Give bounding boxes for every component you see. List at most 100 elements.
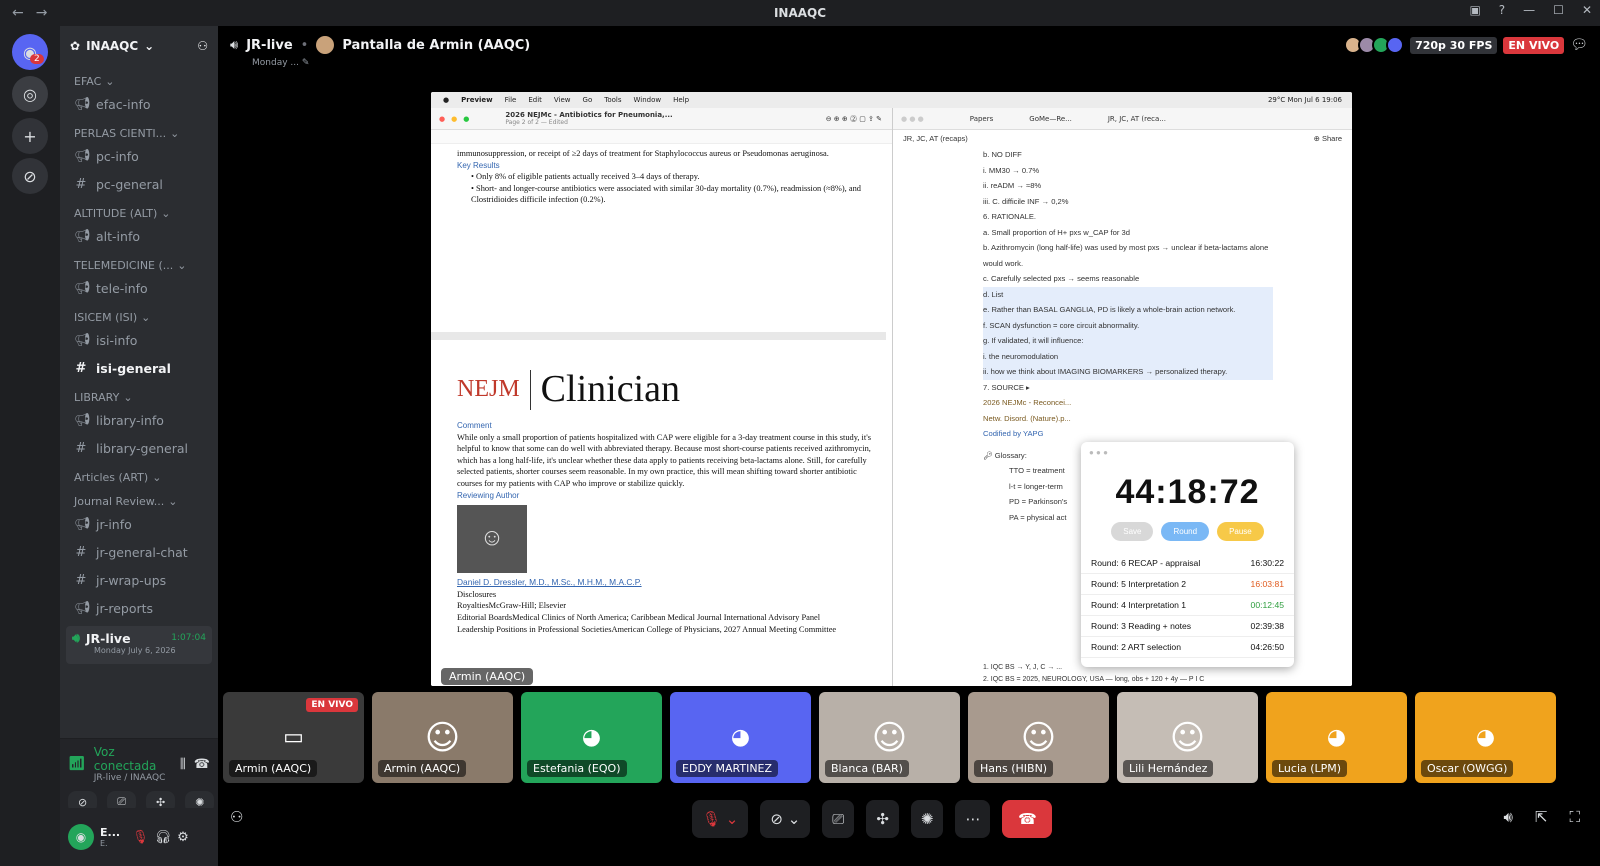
notes-breadcrumb[interactable]: JR, JC, AT (recaps) bbox=[903, 134, 968, 143]
round-row[interactable]: Round: 3 Reading + notes 02:39:38 bbox=[1081, 616, 1294, 637]
inbox-icon[interactable]: ▣ bbox=[1469, 3, 1480, 17]
server-gear-icon: ✿ bbox=[70, 39, 81, 53]
notes-tab[interactable]: JR, JC, AT (reca... bbox=[1108, 115, 1166, 123]
participant-tile[interactable]: ☺ Hans (HIBN) bbox=[968, 692, 1109, 783]
mac-menu-item[interactable]: Help bbox=[673, 96, 689, 104]
discord-home-icon[interactable]: ◉ bbox=[12, 34, 48, 70]
close-button[interactable]: ✕ bbox=[1582, 3, 1592, 17]
notes-tab[interactable]: Papers bbox=[970, 115, 993, 123]
channel-alt-info[interactable]: 📢︎ alt-info bbox=[60, 222, 218, 250]
mute-mic-icon[interactable]: 🎙︎ bbox=[132, 830, 149, 845]
timer-window-controls[interactable]: ● ● ● bbox=[1081, 442, 1294, 463]
notes-tab[interactable]: GoMe—Re... bbox=[1029, 115, 1072, 123]
voice-channel-jr-live[interactable]: 🔊︎ JR-live 1:07:04 Monday July 6, 2026 bbox=[66, 626, 212, 664]
participant-tile[interactable]: ☺ Armin (AAQC) bbox=[372, 692, 513, 783]
soundboard-button[interactable]: ✺ bbox=[910, 800, 944, 838]
disconnect-icon[interactable]: ☎ bbox=[194, 757, 210, 772]
channel-efac-info[interactable]: 📢︎ efac-info bbox=[60, 90, 218, 118]
category-header[interactable]: Journal Review... ⌄ bbox=[60, 486, 218, 510]
mac-menu-item[interactable]: File bbox=[505, 96, 517, 104]
mac-menu-item[interactable]: Tools bbox=[604, 96, 621, 104]
back-arrow-icon[interactable]: ← bbox=[12, 5, 24, 21]
category-header[interactable]: Articles (ART) ⌄ bbox=[60, 462, 218, 486]
mac-close-icon[interactable]: ● ● ● bbox=[901, 115, 924, 123]
more-options-button[interactable]: ⋯ bbox=[955, 800, 991, 838]
zoom-icons[interactable]: ⊖ ⊕ ⊕ ⓶ ▢ ⇪ ✎ bbox=[826, 114, 892, 124]
timer-save-button[interactable]: Save bbox=[1111, 522, 1154, 541]
timer-pause-button[interactable]: Pause bbox=[1217, 522, 1264, 541]
round-row[interactable]: Round: 2 ART selection 04:26:50 bbox=[1081, 637, 1294, 658]
volume-icon[interactable]: 🔊︎ bbox=[1503, 808, 1512, 826]
chat-bubble-icon[interactable]: 💬︎ bbox=[1570, 37, 1588, 53]
mac-menu-item[interactable]: View bbox=[554, 96, 571, 104]
channel-pc-general[interactable]: # pc-general bbox=[60, 170, 218, 198]
share-button[interactable]: ⊕ Share bbox=[1314, 134, 1342, 143]
server-icon-inaaqc[interactable]: ◎ bbox=[12, 76, 48, 112]
mac-close-icon[interactable]: ● bbox=[439, 115, 445, 123]
maximize-button[interactable]: ☐ bbox=[1553, 3, 1564, 17]
source-line[interactable]: Netw. Disord. (Nature).p... bbox=[983, 411, 1193, 427]
help-icon[interactable]: ? bbox=[1499, 3, 1505, 17]
quality-badge: 720p 30 FPS bbox=[1410, 36, 1498, 54]
participant-tile[interactable]: ◕ EDDY MARTINEZ bbox=[670, 692, 811, 783]
signal-icon[interactable]: 📶︎ bbox=[68, 756, 86, 772]
add-server-icon[interactable]: + bbox=[12, 118, 48, 154]
channel-jr-general-chat[interactable]: # jr-general-chat bbox=[60, 538, 218, 566]
minimize-button[interactable]: — bbox=[1523, 3, 1535, 17]
channel-jr-wrap-ups[interactable]: # jr-wrap-ups bbox=[60, 566, 218, 594]
mute-button[interactable]: 🎙︎ ⌄ bbox=[692, 800, 749, 838]
channel-isi-info[interactable]: 📢︎ isi-info bbox=[60, 326, 218, 354]
category-header[interactable]: ISICEM (ISI) ⌄ bbox=[60, 302, 218, 326]
avatar[interactable]: ◉ bbox=[68, 824, 94, 850]
participant-tile[interactable]: ☺ Blanca (BAR) bbox=[819, 692, 960, 783]
channel-library-info[interactable]: 📢︎ library-info bbox=[60, 406, 218, 434]
camera-button[interactable]: ⊘ ⌄ bbox=[760, 800, 811, 838]
forward-arrow-icon[interactable]: → bbox=[36, 5, 48, 21]
category-header[interactable]: LIBRARY ⌄ bbox=[60, 382, 218, 406]
category-header[interactable]: EFAC ⌄ bbox=[60, 66, 218, 90]
channel-pc-info[interactable]: 📢︎ pc-info bbox=[60, 142, 218, 170]
participant-tile[interactable]: ◕ Estefania (EQO) bbox=[521, 692, 662, 783]
mac-menu-item[interactable]: Preview bbox=[461, 96, 493, 104]
channel-jr-reports[interactable]: 📢︎ jr-reports bbox=[60, 594, 218, 622]
round-row[interactable]: Round: 6 RECAP - appraisal 16:30:22 bbox=[1081, 553, 1294, 574]
mac-menu-item[interactable]: Go bbox=[583, 96, 593, 104]
headphones-icon[interactable]: 🎧︎ bbox=[155, 830, 172, 845]
round-row[interactable]: Round: 5 Interpretation 2 16:03:81 bbox=[1081, 574, 1294, 595]
channel-isi-general[interactable]: # isi-general bbox=[60, 354, 218, 382]
author-link[interactable]: Daniel D. Dressler, M.D., M.Sc., M.H.M.,… bbox=[457, 577, 882, 589]
camera-feed-icon: ☺ bbox=[871, 717, 908, 758]
channel-jr-info[interactable]: 📢︎ jr-info bbox=[60, 510, 218, 538]
activities-button[interactable]: ✣ bbox=[866, 800, 899, 838]
server-header[interactable]: ✿ INAAQC ⌄ ⚇ bbox=[60, 26, 218, 66]
invite-icon[interactable]: ⚇ bbox=[230, 808, 243, 826]
channel-tele-info[interactable]: 📢︎ tele-info bbox=[60, 274, 218, 302]
mac-zoom-icon[interactable]: ● bbox=[463, 115, 469, 123]
preview-toolbar: ● ● ● 2026 NEJMc - Antibiotics for Pneum… bbox=[431, 108, 892, 130]
settings-gear-icon[interactable]: ⚙ bbox=[177, 830, 189, 845]
source-line[interactable]: 2026 NEJMc - Reconcei... bbox=[983, 395, 1193, 411]
participant-tile[interactable]: ☺ Lili Hernández bbox=[1117, 692, 1258, 783]
mac-menu-item[interactable]: Edit bbox=[528, 96, 542, 104]
screen-share-button[interactable]: ⎚ bbox=[822, 800, 855, 838]
timer-round-button[interactable]: Round bbox=[1161, 522, 1210, 541]
participant-tile[interactable]: ▭ EN VIVO Armin (AAQC) bbox=[223, 692, 364, 783]
edit-pencil-icon[interactable]: ✎ bbox=[302, 58, 310, 68]
participant-tile[interactable]: ◕ Lucia (LPM) bbox=[1266, 692, 1407, 783]
fullscreen-icon[interactable]: ⛶ bbox=[1569, 808, 1580, 826]
channel-library-general[interactable]: # library-general bbox=[60, 434, 218, 462]
category-header[interactable]: PERLAS CIENTI... ⌄ bbox=[60, 118, 218, 142]
category-header[interactable]: ALTITUDE (ALT) ⌄ bbox=[60, 198, 218, 222]
server-list: ◉ 2 ◎ + ⊘ bbox=[0, 26, 60, 866]
camera-feed-icon: ☺ bbox=[1020, 717, 1057, 758]
mac-minimize-icon[interactable]: ● bbox=[451, 115, 457, 123]
disconnect-button[interactable]: ☎ bbox=[1002, 800, 1053, 838]
noise-suppression-icon[interactable]: ⫼ bbox=[180, 757, 186, 772]
participant-tile[interactable]: ◕ Oscar (OWGG) bbox=[1415, 692, 1556, 783]
round-row[interactable]: Round: 4 Interpretation 1 00:12:45 bbox=[1081, 595, 1294, 616]
add-member-icon[interactable]: ⚇ bbox=[197, 39, 208, 53]
popout-icon[interactable]: ⇱ bbox=[1535, 808, 1548, 826]
mac-menu-item[interactable]: Window bbox=[634, 96, 662, 104]
category-header[interactable]: TELEMEDICINE (... ⌄ bbox=[60, 250, 218, 274]
discover-icon[interactable]: ⊘ bbox=[12, 158, 48, 194]
